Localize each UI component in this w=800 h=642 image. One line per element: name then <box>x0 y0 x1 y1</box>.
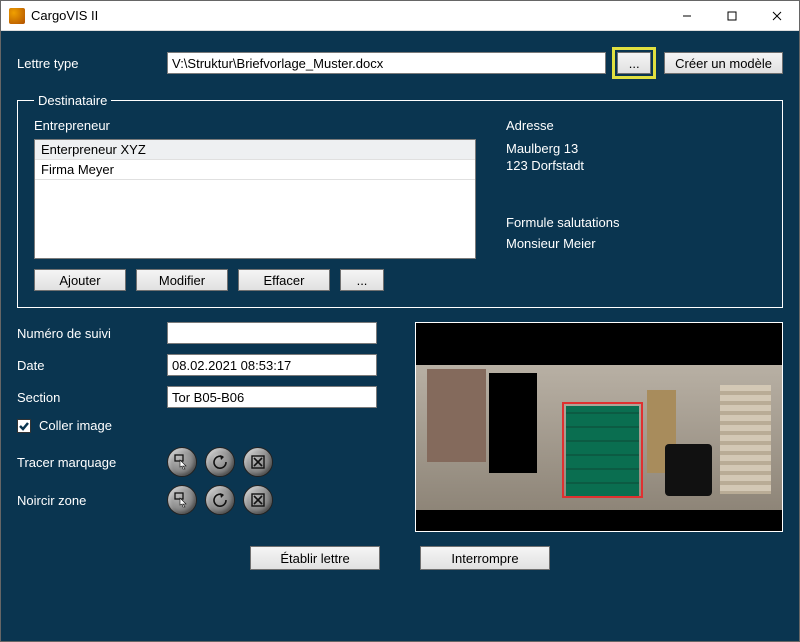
date-input[interactable] <box>167 354 377 376</box>
template-label: Lettre type <box>17 56 167 71</box>
paste-image-checkbox[interactable] <box>17 419 31 433</box>
generate-letter-button[interactable]: Établir lettre <box>250 546 380 570</box>
image-preview[interactable] <box>415 322 783 532</box>
more-button[interactable]: ... <box>340 269 384 291</box>
app-window: CargoVIS II Lettre type ... Créer un mod… <box>0 0 800 642</box>
blacken-undo-tool[interactable] <box>205 485 235 515</box>
trace-undo-tool[interactable] <box>205 447 235 477</box>
list-item[interactable]: Enterpreneur XYZ <box>35 140 475 160</box>
trace-select-tool[interactable] <box>167 447 197 477</box>
window-title: CargoVIS II <box>31 8 98 23</box>
create-model-button[interactable]: Créer un modèle <box>664 52 783 74</box>
marking-rectangle <box>562 402 643 498</box>
address-line2: 123 Dorfstadt <box>506 158 766 175</box>
address-label: Adresse <box>506 118 766 135</box>
recipient-group: Destinataire Entrepreneur Enterpreneur X… <box>17 93 783 308</box>
entrepreneur-label: Entrepreneur <box>34 118 476 133</box>
date-label: Date <box>17 358 167 373</box>
add-button[interactable]: Ajouter <box>34 269 126 291</box>
maximize-button[interactable] <box>709 1 754 31</box>
salutation-label: Formule salutations <box>506 215 766 230</box>
entrepreneur-listbox[interactable]: Enterpreneur XYZ Firma Meyer <box>34 139 476 259</box>
delete-button[interactable]: Effacer <box>238 269 330 291</box>
paste-image-label: Coller image <box>39 418 112 433</box>
browse-highlight: ... <box>612 47 656 79</box>
browse-button[interactable]: ... <box>617 52 651 74</box>
app-icon <box>9 8 25 24</box>
cancel-button[interactable]: Interrompre <box>420 546 550 570</box>
blacken-clear-tool[interactable] <box>243 485 273 515</box>
titlebar: CargoVIS II <box>1 1 799 31</box>
template-path-input[interactable] <box>167 52 606 74</box>
tracking-input[interactable] <box>167 322 377 344</box>
list-item[interactable]: Firma Meyer <box>35 160 475 180</box>
modify-button[interactable]: Modifier <box>136 269 228 291</box>
client-area: Lettre type ... Créer un modèle Destinat… <box>1 31 799 641</box>
section-label: Section <box>17 390 167 405</box>
trace-clear-tool[interactable] <box>243 447 273 477</box>
salutation-value: Monsieur Meier <box>506 236 766 251</box>
section-input[interactable] <box>167 386 377 408</box>
close-button[interactable] <box>754 1 799 31</box>
blacken-select-tool[interactable] <box>167 485 197 515</box>
template-row: Lettre type ... Créer un modèle <box>17 47 783 79</box>
recipient-legend: Destinataire <box>34 93 111 108</box>
minimize-button[interactable] <box>664 1 709 31</box>
address-line1: Maulberg 13 <box>506 141 766 158</box>
trace-label: Tracer marquage <box>17 455 167 470</box>
blacken-label: Noircir zone <box>17 493 167 508</box>
tracking-label: Numéro de suivi <box>17 326 167 341</box>
